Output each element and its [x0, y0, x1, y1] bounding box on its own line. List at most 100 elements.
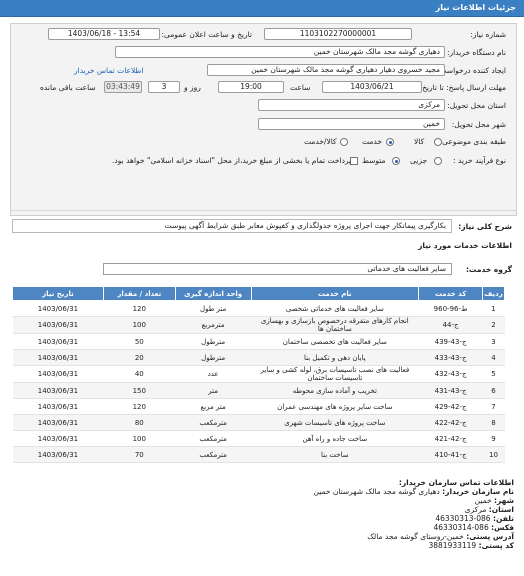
cell-code: ج-43-431	[418, 382, 483, 399]
cell-qty: 120	[103, 398, 176, 415]
cell-unit: مترمکعب	[175, 414, 252, 431]
cell-code: ج-43-432	[418, 365, 483, 383]
cell-date: 1403/06/31	[12, 414, 104, 431]
table-row: 4 ج-43-433 پایان دهی و تکمیل بنا مترطول 20 14…	[12, 349, 505, 366]
deadline-time-field: 19:00	[218, 81, 284, 93]
table-header-row: ردیف کد خدمت نام خدمت واحد اندازه گیری ت…	[12, 286, 505, 301]
cell-idx: 7	[482, 398, 505, 415]
cell-qty: 20	[103, 349, 176, 366]
cell-name: انجام کارهای متفرقه درخصوص بازسازی و بهس…	[251, 316, 419, 334]
col-header-idx: ردیف	[482, 286, 505, 301]
city-field: خمین	[258, 118, 445, 130]
col-header-unit: واحد اندازه گیری	[174, 286, 252, 301]
contact-postal-row: کد پستی: 3881933119	[313, 541, 514, 550]
col-header-qty: تعداد / مقدار	[102, 286, 176, 301]
table-row: 6 ج-43-431 تخریب و آماده سازی محوطه متر 150 1…	[12, 382, 505, 399]
buyer-field: دهیاری گوشه مجد مالک شهرستان خمین	[115, 46, 445, 58]
process-option-minor: جزیی	[410, 156, 428, 165]
category-radio-service[interactable]	[386, 138, 394, 146]
city-label: شهر محل تحویل:	[451, 120, 506, 129]
cell-name: ساخت پروژه های تاسیسات شهری	[251, 414, 419, 431]
buyer-label: نام دستگاه خریدار:	[446, 48, 506, 57]
cell-unit: مترمکعب	[175, 430, 252, 447]
cell-name: سایر فعالیت های خدماتی شخصی	[251, 300, 419, 317]
table-row: 1 ط-96-960 سایر فعالیت های خدماتی شخصی متر …	[12, 300, 505, 317]
contact-address-label: آدرس پستی:	[466, 532, 514, 541]
cell-name: ساخت جاده و راه آهن	[251, 430, 419, 447]
deadline-label: مهلت ارسال پاسخ: تا تاریخ:	[419, 83, 506, 92]
contact-province-value: مرکزی	[464, 505, 487, 514]
deadline-date-field: 1403/06/21	[322, 81, 422, 93]
cell-idx: 10	[482, 446, 505, 463]
process-label: نوع فرآیند خرید :	[452, 156, 506, 165]
table-row: 10 ج-41-410 ساخت بنا مترمکعب 70 1403/06/31	[12, 446, 505, 463]
category-radio-goods[interactable]	[434, 138, 442, 146]
page-header: جزئیات اطلاعات نیاز	[0, 0, 524, 17]
cell-date: 1403/06/31	[12, 365, 104, 383]
need-number-field: 1103102270000001	[264, 28, 412, 40]
contact-city-value: خمین	[474, 496, 492, 505]
cell-idx: 6	[482, 382, 505, 399]
table-row: 2 ج-44 انجام کارهای متفرقه درخصوص بازسازی …	[12, 316, 505, 334]
table-row: 5 ج-43-432 فعالیت های نصب تاسیسات برق، لول…	[12, 365, 505, 383]
contact-fax-row: فکس: 086-46330314	[313, 523, 515, 532]
cell-code: ج-43-433	[418, 349, 483, 366]
creator-label: ایجاد کننده درخواست:	[436, 66, 506, 75]
buyer-contact-link[interactable]: اطلاعات تماس خریدار	[74, 66, 144, 75]
contact-province-label: استان:	[488, 505, 514, 514]
treasury-checkbox[interactable]	[350, 157, 358, 165]
col-header-name: نام خدمت	[250, 286, 420, 301]
cell-code: ج-44	[418, 316, 483, 334]
cell-code: ط-96-960	[418, 300, 483, 317]
cell-idx: 8	[482, 414, 505, 431]
services-section-title: اطلاعات خدمات مورد نیاز	[418, 241, 512, 250]
cell-unit: عدد	[175, 365, 252, 383]
cell-code: ج-42-421	[418, 430, 483, 447]
contact-title: اطلاعات تماس سازمان خریدار:	[398, 478, 514, 487]
cell-idx: 5	[482, 365, 505, 383]
cell-name: سایر فعالیت های تخصصی ساختمان	[251, 333, 419, 350]
cell-qty: 80	[103, 414, 176, 431]
cell-unit: مترمکعب	[175, 446, 252, 463]
cell-unit: مترمربع	[175, 316, 252, 334]
col-header-date: تاریخ نیاز	[12, 286, 104, 301]
contact-phone-row: تلفن: 086-46330313	[313, 514, 514, 523]
cell-date: 1403/06/31	[12, 446, 104, 463]
cell-code: ج-43-439	[418, 333, 483, 350]
contact-postal-value: 3881933119	[428, 541, 477, 550]
contact-phone-label: تلفن:	[492, 514, 514, 523]
cell-unit: متر مربع	[175, 398, 252, 415]
remaining-time-field: 03:43:49	[104, 81, 142, 93]
col-header-code: کد خدمت	[418, 286, 484, 301]
category-option-goods-service: کالا/خدمت	[304, 137, 337, 146]
process-option-medium: متوسط	[362, 156, 386, 165]
table-row: 3 ج-43-439 سایر فعالیت های تخصصی ساختمان مت…	[12, 333, 505, 350]
cell-code: ج-41-410	[418, 446, 483, 463]
contact-phone-value: 086-46330313	[435, 514, 491, 523]
page-title: جزئیات اطلاعات نیاز	[435, 3, 516, 12]
cell-code: ج-42-422	[418, 414, 483, 431]
cell-code: ج-42-429	[418, 398, 483, 415]
process-radio-medium[interactable]	[392, 157, 400, 165]
table-row: 7 ج-42-429 ساخت سایر پروژه های مهندسی عمرا…	[12, 398, 505, 415]
cell-qty: 100	[103, 430, 176, 447]
days-field: 3	[148, 81, 180, 93]
cell-qty: 40	[103, 365, 176, 383]
category-label: طبقه بندی موضوعی:	[439, 137, 506, 146]
contact-postal-label: کد پستی:	[478, 541, 514, 550]
cell-date: 1403/06/31	[12, 398, 104, 415]
cell-qty: 120	[103, 300, 176, 317]
cell-name: تخریب و آماده سازی محوطه	[251, 382, 419, 399]
cell-name: فعالیت های نصب تاسیسات برق، لوله کشی و س…	[251, 365, 419, 383]
process-radio-minor[interactable]	[434, 157, 442, 165]
category-radio-goods-service[interactable]	[340, 138, 348, 146]
category-option-service: خدمت	[362, 137, 382, 146]
contact-city-row: شهر: خمین	[313, 496, 514, 505]
group-field: سایر فعالیت های خدماتی	[103, 263, 452, 275]
cell-unit: متر	[175, 382, 252, 399]
contact-address-row: آدرس پستی: خمین-روستای گوشه مجد مالک	[313, 532, 514, 541]
table-row: 9 ج-42-421 ساخت جاده و راه آهن مترمکعب 100 14…	[12, 430, 505, 447]
contact-address-value: خمین-روستای گوشه مجد مالک	[367, 532, 464, 541]
cell-date: 1403/06/31	[12, 349, 104, 366]
contact-fax-label: فکس:	[491, 523, 514, 532]
